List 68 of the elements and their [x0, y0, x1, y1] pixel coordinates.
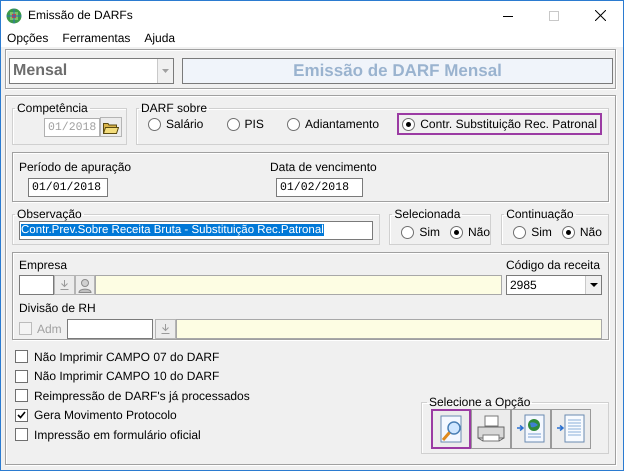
field-label: Código da receita	[506, 258, 602, 272]
checkbox-label: Gera Movimento Protocolo	[34, 408, 177, 422]
download-icon	[60, 280, 69, 290]
folder-button[interactable]	[100, 117, 122, 137]
print-button[interactable]	[471, 409, 511, 449]
radio-button[interactable]	[513, 226, 526, 239]
date-field[interactable]: 01/02/2018	[276, 178, 363, 198]
group-label: Selecione a Opção	[428, 395, 532, 409]
window-title: Emissão de DARFs	[28, 8, 133, 23]
radio-button[interactable]	[148, 118, 161, 131]
export-web-button[interactable]	[511, 409, 551, 449]
checkbox-label: Não Imprimir CAMPO 10 do DARF	[34, 369, 220, 384]
field-label: Período de apuração	[19, 160, 132, 174]
checkbox[interactable]	[15, 370, 28, 383]
radio-label: Não	[468, 225, 490, 240]
radio-label: PIS	[244, 117, 264, 132]
caret-icon	[590, 283, 598, 288]
group-label: DARF sobre	[140, 101, 208, 115]
menu-item[interactable]: Opções	[7, 31, 48, 46]
checkbox[interactable]	[15, 350, 28, 364]
checkbox-label: Adm	[37, 322, 62, 336]
group-label: Continuação	[505, 207, 575, 221]
field-label: Data de vencimento	[270, 160, 378, 174]
radio-label: Sim	[531, 225, 552, 240]
document-icon	[555, 413, 587, 445]
radio-label: Contr. Substituição Rec. Patronal	[420, 117, 597, 132]
header-title: Emissão de DARF Mensal	[182, 58, 613, 84]
checkbox-label: Não Imprimir CAMPO 07 do DARF	[34, 350, 220, 364]
maximize-icon	[549, 10, 559, 20]
menu-item[interactable]: Ajuda	[144, 31, 176, 46]
caret-icon	[162, 69, 169, 73]
menu-item[interactable]: Ferramentas	[62, 31, 130, 46]
checkbox[interactable]	[15, 428, 28, 442]
radio-button[interactable]	[226, 118, 240, 131]
checkbox-label: Impressão em formulário oficial	[34, 428, 201, 442]
folder-icon	[103, 120, 120, 134]
checkbox[interactable]	[15, 408, 28, 422]
date-field[interactable]: 01/01/2018	[28, 178, 108, 198]
radio-button[interactable]	[562, 226, 575, 239]
radio-label: Sim	[419, 225, 440, 240]
division-field[interactable]	[66, 318, 153, 339]
radio-button[interactable]	[401, 226, 414, 239]
division-name-field[interactable]	[176, 318, 602, 339]
radio-button[interactable]	[287, 118, 300, 131]
name-field[interactable]	[95, 275, 502, 296]
radio-label: Salário	[166, 117, 204, 132]
person-icon	[78, 278, 92, 293]
globe-document-icon	[515, 413, 547, 445]
observation-field[interactable]: Contr.Prev.Sobre Receita Bruta - Substituição Rec.Patronal	[19, 221, 374, 240]
field-label: Empresa	[19, 258, 68, 272]
app-icon	[6, 8, 22, 24]
export-document-button[interactable]	[551, 409, 591, 449]
radio-button[interactable]	[450, 226, 464, 239]
group-label: Observação	[16, 207, 83, 221]
group-label: Selecionada	[393, 207, 462, 221]
radio-label: Não	[580, 225, 602, 240]
revenue-code-dropdown[interactable]: 2985	[506, 275, 602, 296]
download-icon	[160, 324, 170, 334]
field-label: Divisão de RH	[19, 301, 97, 316]
checkbox[interactable]	[15, 389, 28, 402]
radio-label: Adiantamento	[305, 117, 380, 132]
group-label: Competência	[16, 101, 89, 115]
code-field[interactable]	[19, 275, 54, 296]
radio-button[interactable]	[402, 118, 416, 131]
close-icon	[594, 10, 606, 21]
search-person-button[interactable]	[75, 275, 95, 296]
preview-button[interactable]	[431, 409, 471, 449]
checkbox-label: Reimpressão de DARF's já processados	[34, 388, 250, 403]
